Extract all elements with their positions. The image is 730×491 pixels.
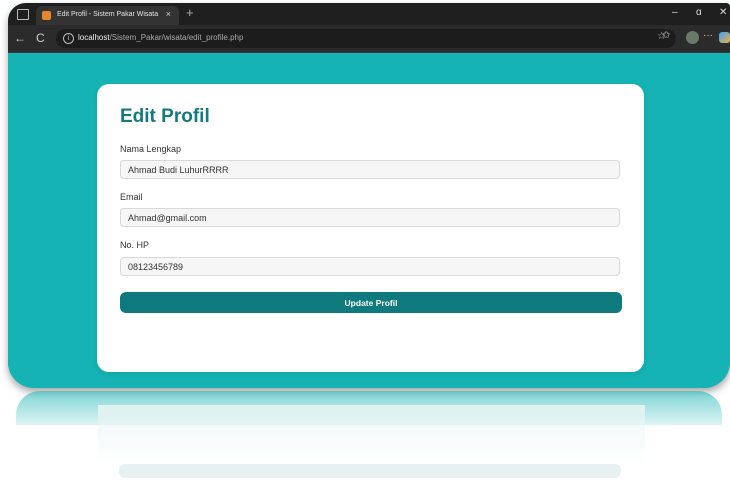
favorites-icon[interactable]: ✩: [662, 30, 670, 41]
reflection-card: [98, 405, 645, 465]
phone-label: No. HP: [120, 240, 150, 250]
screenshot-reflection: [16, 391, 722, 491]
tab-title: Edit Profil - Sistem Pakar Wisata: [57, 11, 159, 18]
site-info-icon[interactable]: i: [63, 33, 74, 44]
close-icon[interactable]: ✕: [719, 7, 727, 18]
favicon-icon: [42, 11, 51, 20]
tab-edit-profil[interactable]: Edit Profil - Sistem Pakar Wisata ×: [36, 6, 179, 25]
back-icon[interactable]: ←: [14, 31, 26, 45]
url-path: /Sistem_Pakar/wisata/edit_profile.php: [109, 33, 244, 42]
restore-icon[interactable]: ɑ: [696, 7, 702, 18]
email-field[interactable]: [120, 208, 620, 227]
page-background: Edit Profil Nama Lengkap Email No. HP Up…: [8, 53, 730, 388]
reload-icon[interactable]: C: [36, 31, 45, 45]
name-field[interactable]: [120, 160, 620, 179]
phone-field[interactable]: [120, 257, 620, 276]
reflection-teal: [16, 391, 722, 425]
url-text: localhost/Sistem_Pakar/wisata/edit_profi…: [78, 33, 243, 42]
more-menu-icon[interactable]: ···: [703, 30, 713, 41]
email-label: Email: [120, 192, 143, 202]
url-host: localhost: [78, 33, 110, 42]
browser-window: Edit Profil - Sistem Pakar Wisata × + – …: [8, 3, 730, 388]
edit-profile-card: Edit Profil Nama Lengkap Email No. HP Up…: [97, 84, 644, 372]
name-label: Nama Lengkap: [120, 144, 182, 154]
minimize-icon[interactable]: –: [672, 7, 678, 18]
update-profile-button[interactable]: Update Profil: [120, 292, 622, 313]
window-menu-icon[interactable]: [17, 9, 29, 20]
tab-bar: Edit Profil - Sistem Pakar Wisata × + – …: [8, 3, 730, 25]
new-tab-icon[interactable]: +: [186, 5, 194, 20]
copilot-icon[interactable]: [719, 32, 730, 43]
reflection-button: [119, 464, 621, 478]
page-title: Edit Profil: [120, 106, 210, 127]
profile-avatar-icon[interactable]: [686, 31, 699, 44]
tab-close-icon[interactable]: ×: [166, 9, 171, 19]
url-field[interactable]: i localhost/Sistem_Pakar/wisata/edit_pro…: [56, 29, 676, 48]
address-bar: ← C i localhost/Sistem_Pakar/wisata/edit…: [8, 25, 730, 53]
